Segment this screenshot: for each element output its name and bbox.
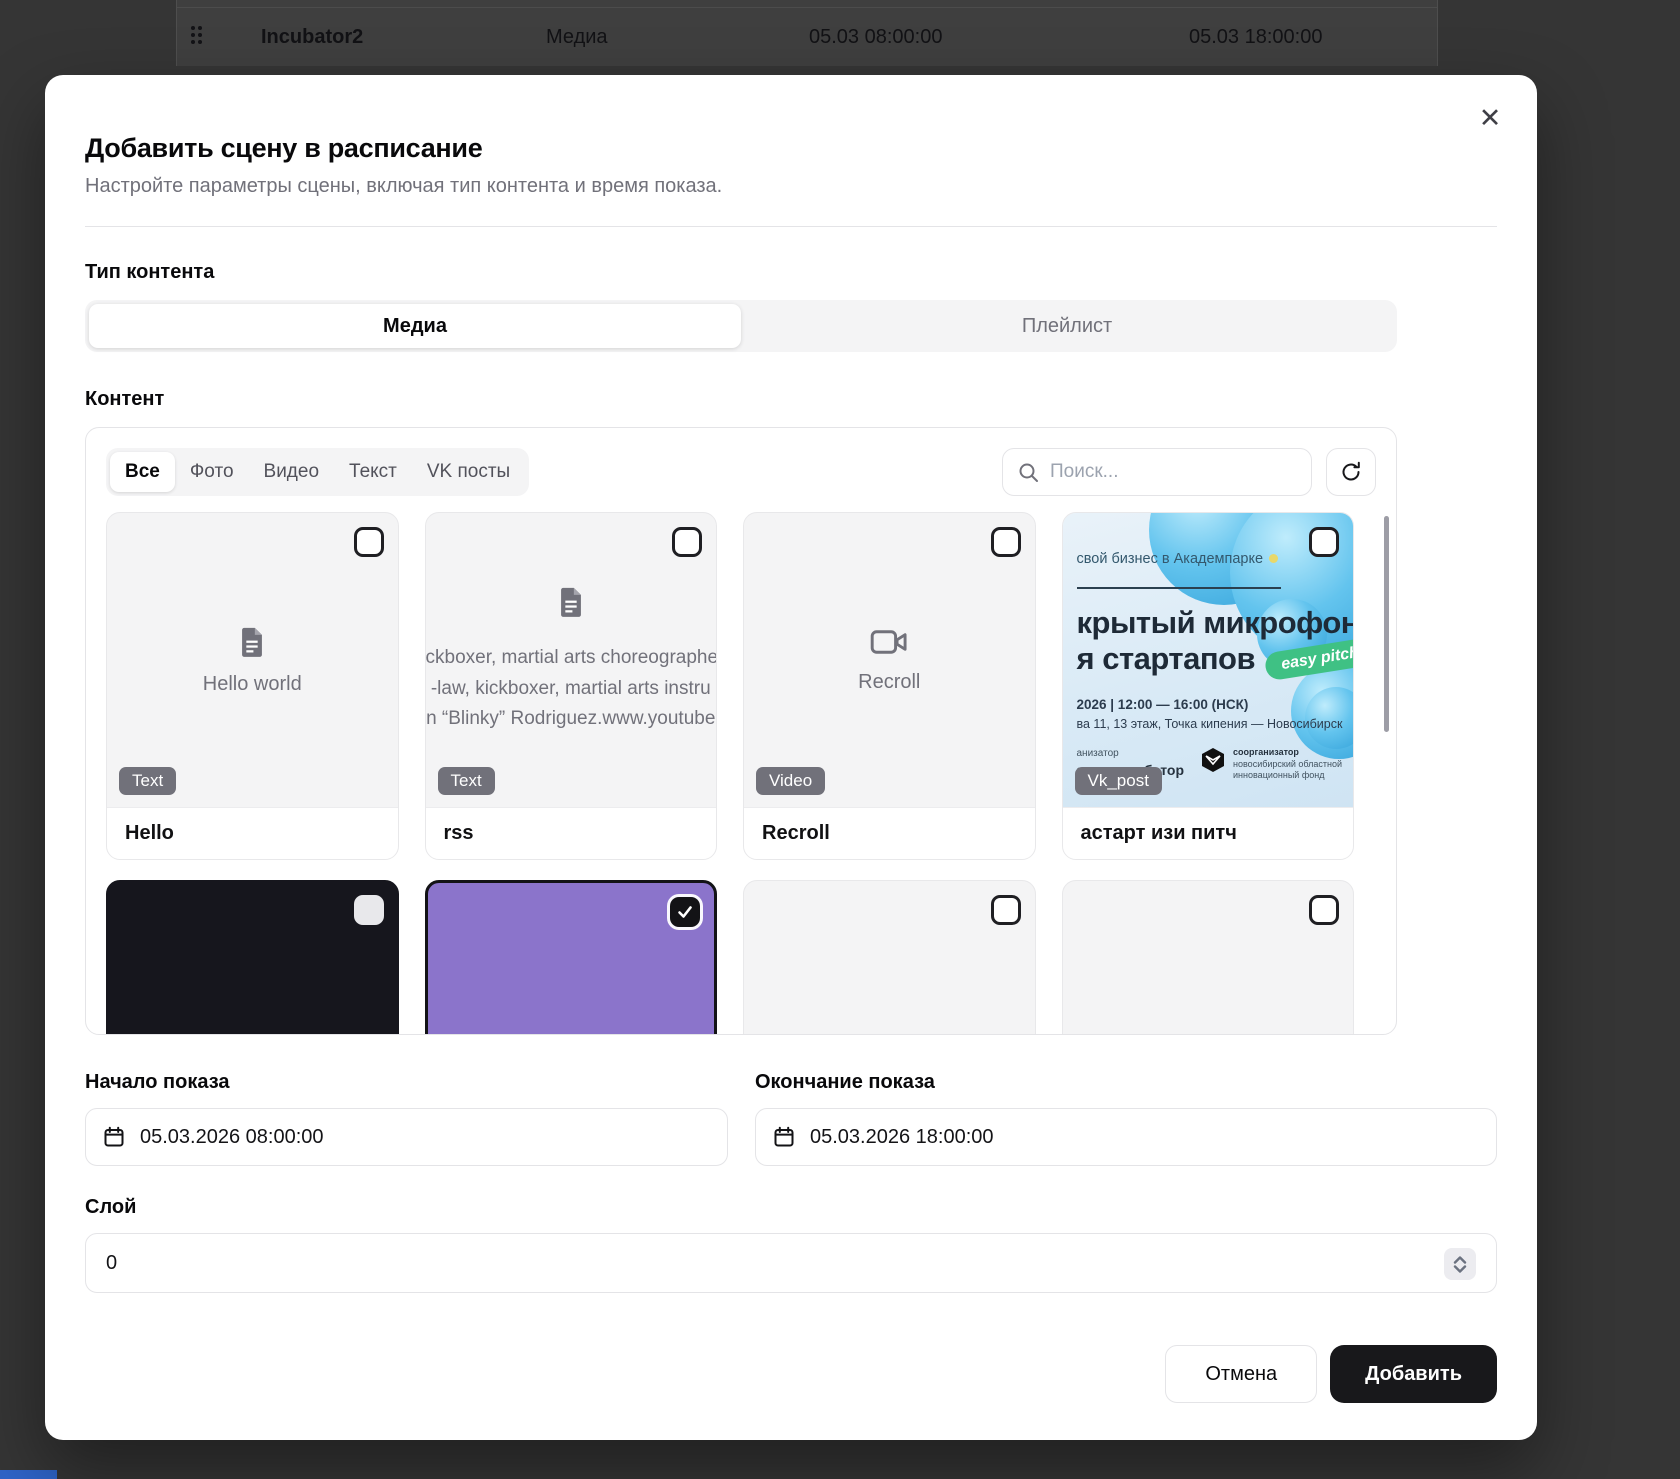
card-title: rss: [426, 807, 717, 859]
search-icon: [1018, 462, 1039, 483]
content-type-label: Тип контента: [85, 261, 1497, 284]
vk-header-text: свой бизнес в Академпарке: [1077, 551, 1340, 567]
media-card-selected[interactable]: [425, 880, 718, 1035]
chevron-up-icon: [1453, 1256, 1467, 1264]
type-badge: Text: [119, 767, 176, 795]
start-time-value: 05.03.2026 08:00:00: [140, 1126, 324, 1149]
video-camera-icon: [870, 627, 908, 657]
row-start-time: 05.03 08:00:00: [809, 26, 942, 49]
card-title: Hello: [107, 807, 398, 859]
card-checkbox[interactable]: [672, 527, 702, 557]
calendar-icon: [773, 1126, 795, 1148]
vk-title-line2: я стартапов: [1077, 641, 1256, 677]
card-checkbox-checked[interactable]: [670, 897, 700, 927]
media-card-hello[interactable]: Hello world Text Hello: [106, 512, 399, 860]
row-screen-name: Incubator2: [261, 26, 363, 49]
thumb-text: Recroll: [858, 671, 920, 694]
card-title: астарт изи питч: [1063, 807, 1354, 859]
filter-photo[interactable]: Фото: [175, 452, 249, 492]
layer-label: Слой: [85, 1196, 1497, 1219]
row-content-type: Медиа: [546, 26, 608, 49]
close-icon[interactable]: ✕: [1473, 101, 1507, 135]
vk-pitch-badge: easy pitch: [1264, 636, 1353, 681]
chevron-down-icon: [1453, 1265, 1467, 1273]
card-checkbox[interactable]: [991, 895, 1021, 925]
search-input[interactable]: [1050, 461, 1296, 483]
type-badge: Video: [756, 767, 825, 795]
drag-handle-icon: [191, 26, 205, 48]
card-checkbox[interactable]: [354, 895, 384, 925]
tab-media[interactable]: Медиа: [89, 304, 741, 348]
scrollbar-thumb[interactable]: [1384, 516, 1389, 732]
search-box: [1002, 448, 1312, 496]
media-card-rss[interactable]: ckboxer, martial arts choreographer -law…: [425, 512, 718, 860]
media-toolbar: Все Фото Видео Текст VK посты: [106, 448, 1376, 496]
end-time-input[interactable]: 05.03.2026 18:00:00: [755, 1108, 1497, 1166]
media-card-blank-1[interactable]: [743, 880, 1036, 1035]
media-card-vk-post[interactable]: свой бизнес в Академпарке крытый микрофо…: [1062, 512, 1355, 860]
refresh-icon: [1340, 461, 1362, 483]
start-time-label: Начало показа: [85, 1071, 728, 1094]
document-icon: [554, 585, 588, 619]
vk-datetime: 2026 | 12:00 — 16:00 (НСК): [1077, 697, 1340, 712]
card-thumbnail: ckboxer, martial arts choreographer -law…: [426, 513, 717, 807]
layer-value: 0: [106, 1252, 117, 1275]
type-badge: Text: [438, 767, 495, 795]
dialog-subtitle: Настройте параметры сцены, включая тип к…: [85, 175, 1497, 198]
type-badge: Vk_post: [1075, 767, 1162, 795]
background-table: Incubator2 Медиа 05.03 08:00:00 05.03 18…: [176, 0, 1438, 66]
schedule-table-row: Incubator2 Медиа 05.03 08:00:00 05.03 18…: [177, 8, 1437, 66]
vk-organizer-logo: [1200, 747, 1226, 773]
layer-input[interactable]: 0: [85, 1233, 1497, 1293]
end-time-value: 05.03.2026 18:00:00: [810, 1126, 994, 1149]
filter-video[interactable]: Видео: [249, 452, 335, 492]
check-icon: [676, 903, 694, 921]
calendar-icon: [103, 1126, 125, 1148]
row-end-time: 05.03 18:00:00: [1189, 26, 1322, 49]
submit-button[interactable]: Добавить: [1330, 1345, 1497, 1403]
thumb-text-lines: ckboxer, martial arts choreographer -law…: [426, 643, 717, 734]
tab-playlist[interactable]: Плейлист: [741, 304, 1393, 348]
content-label: Контент: [85, 388, 1497, 411]
start-time-input[interactable]: 05.03.2026 08:00:00: [85, 1108, 728, 1166]
card-checkbox[interactable]: [1309, 895, 1339, 925]
document-icon: [235, 625, 269, 659]
vk-post-image: свой бизнес в Академпарке крытый микрофо…: [1063, 513, 1354, 807]
cancel-button[interactable]: Отмена: [1165, 1345, 1317, 1403]
filter-vk-posts[interactable]: VK посты: [412, 452, 525, 492]
layer-stepper[interactable]: [1444, 1248, 1476, 1280]
content-type-tabs: Медиа Плейлист: [85, 300, 1397, 352]
vk-title-line1: крытый микрофон: [1077, 605, 1340, 641]
filter-all[interactable]: Все: [110, 452, 175, 492]
media-grid: Hello world Text Hello: [106, 512, 1376, 1035]
media-card-recroll[interactable]: Recroll Video Recroll: [743, 512, 1036, 860]
vk-location: ва 11, 13 этаж, Точка кипения — Новосиби…: [1077, 717, 1340, 731]
card-checkbox[interactable]: [354, 527, 384, 557]
vk-divider: [1077, 587, 1282, 589]
header-divider: [85, 226, 1497, 227]
card-checkbox[interactable]: [1309, 527, 1339, 557]
media-card-blank-2[interactable]: [1062, 880, 1355, 1035]
media-picker: Все Фото Видео Текст VK посты: [85, 427, 1397, 1035]
end-time-label: Окончание показа: [755, 1071, 1497, 1094]
background-accent-bar: [0, 1470, 57, 1479]
card-title: Recroll: [744, 807, 1035, 859]
refresh-button[interactable]: [1326, 448, 1376, 496]
add-scene-dialog: ✕ Добавить сцену в расписание Настройте …: [45, 75, 1537, 1440]
card-checkbox[interactable]: [991, 527, 1021, 557]
filter-text[interactable]: Текст: [334, 452, 412, 492]
card-thumbnail: Hello world Text: [107, 513, 398, 807]
card-thumbnail: Recroll Video: [744, 513, 1035, 807]
dialog-title: Добавить сцену в расписание: [85, 133, 1497, 164]
thumb-text: Hello world: [203, 673, 302, 696]
media-filters: Все Фото Видео Текст VK посты: [106, 448, 529, 496]
media-card-dark[interactable]: [106, 880, 399, 1035]
